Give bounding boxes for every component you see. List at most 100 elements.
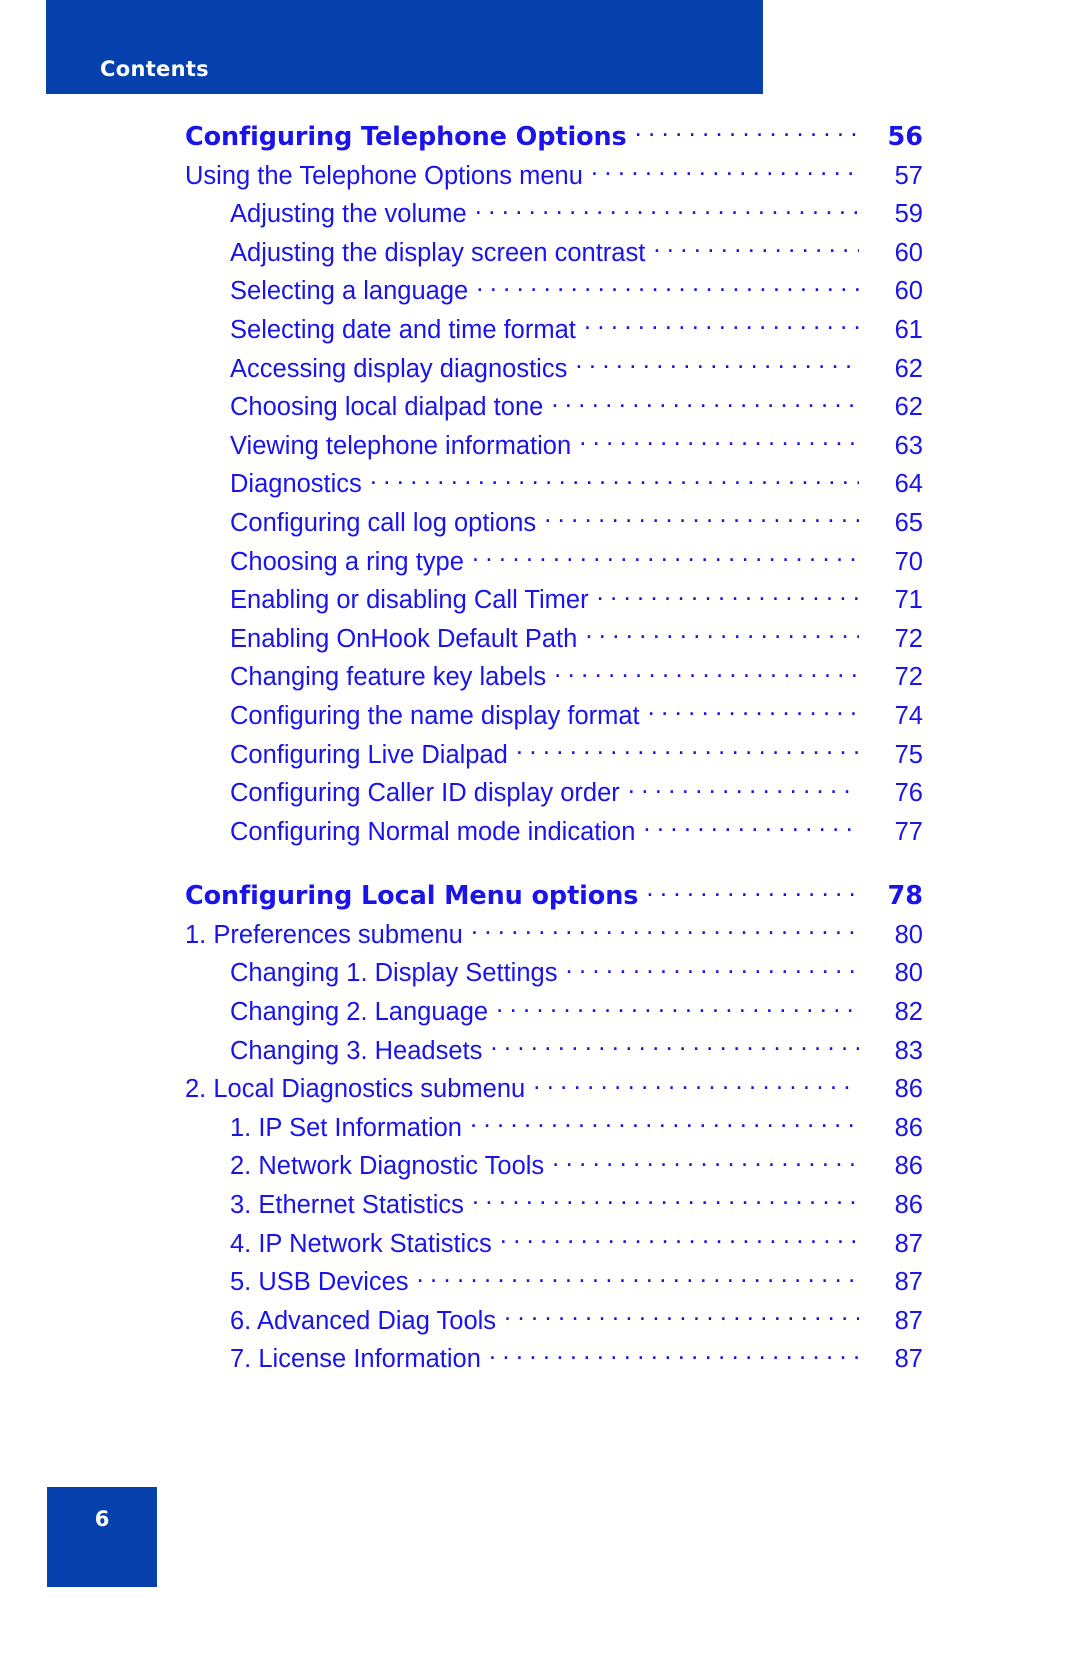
toc-entry-label: Changing 1. Display Settings (230, 959, 558, 988)
toc-entry-label: Configuring the name display format (230, 701, 640, 730)
contents-header-bar: Contents (46, 0, 763, 94)
toc-entry[interactable]: Configuring Caller ID display order.....… (0, 774, 1080, 813)
toc-entry-page-number: 80 (894, 920, 923, 949)
toc-entry[interactable]: 1. IP Set Information...................… (0, 1109, 1080, 1148)
toc-entry-label: Enabling OnHook Default Path (230, 624, 578, 653)
toc-entry-page-number: 86 (894, 1191, 923, 1220)
footer-page-number: 6 (94, 1507, 110, 1531)
toc-entry[interactable]: 7. License Information..................… (0, 1340, 1080, 1379)
toc-leader-dots: ........................................… (472, 544, 859, 570)
toc-entry[interactable]: 4. IP Network Statistics................… (0, 1225, 1080, 1264)
toc-leader-dots: ........................................… (471, 917, 859, 943)
toc-entry-page-number: 87 (894, 1268, 923, 1297)
toc-entry[interactable]: Accessing display diagnostics...........… (0, 350, 1080, 389)
toc-entry[interactable]: Selecting a language....................… (0, 272, 1080, 311)
toc-leader-dots-text: ........................................… (551, 389, 859, 413)
toc-entry[interactable]: 2. Local Diagnostics submenu............… (0, 1070, 1080, 1109)
toc-entry[interactable]: Adjusting the volume....................… (0, 195, 1080, 234)
toc-leader-dots-text: ........................................… (653, 235, 859, 258)
toc-entry-label: Changing feature key labels (230, 663, 547, 692)
toc-leader-dots-text: ........................................… (554, 659, 859, 683)
toc-entry[interactable]: 1. Preferences submenu..................… (0, 916, 1080, 955)
toc-entry[interactable]: Changing 1. Display Settings............… (0, 954, 1080, 993)
toc-entry[interactable]: Choosing local dialpad tone.............… (0, 388, 1080, 427)
toc-leader-dots-text: ........................................… (504, 1303, 859, 1326)
toc-entry-label: Configuring Telephone Options (185, 122, 627, 152)
toc-entry[interactable]: Enabling OnHook Default Path............… (0, 620, 1080, 659)
toc-leader-dots: ........................................… (648, 698, 859, 724)
toc-entry[interactable]: 2. Network Diagnostic Tools.............… (0, 1147, 1080, 1186)
toc-leader-dots-text: ........................................… (552, 1148, 859, 1172)
toc-entry[interactable]: Changing 3. Headsets....................… (0, 1032, 1080, 1071)
toc-leader-dots: ........................................… (579, 428, 859, 454)
toc-entry[interactable]: Changing feature key labels.............… (0, 658, 1080, 697)
toc-leader-dots-text: ........................................… (565, 955, 859, 979)
toc-entry-page-number: 86 (894, 1075, 923, 1104)
toc-entry-label: 1. Preferences submenu (185, 920, 463, 949)
toc-entry[interactable]: Adjusting the display screen contrast...… (0, 234, 1080, 273)
toc-leader-dots: ........................................… (575, 351, 859, 377)
toc-leader-dots: ........................................… (597, 583, 859, 609)
toc-entry-label: Accessing display diagnostics (230, 354, 568, 383)
toc-entry-label: Adjusting the volume (230, 200, 467, 229)
toc-entry-page-number: 59 (894, 200, 923, 229)
toc-entry-label: 7. License Information (230, 1345, 481, 1374)
toc-entry[interactable]: Configuring Normal mode indication......… (0, 813, 1080, 852)
toc-leader-dots-text: ........................................… (647, 698, 859, 721)
toc-entry-label: 2. Local Diagnostics submenu (185, 1075, 526, 1104)
toc-leader-dots: ........................................… (490, 1033, 859, 1059)
toc-leader-dots: ........................................… (500, 1226, 859, 1252)
toc-entry-page-number: 57 (894, 161, 923, 190)
toc-leader-dots-text: ........................................… (575, 351, 859, 374)
toc-leader-dots-text: ........................................… (646, 878, 859, 902)
toc-entry-label: Choosing a ring type (230, 547, 464, 576)
toc-entry-page-number: 72 (894, 624, 923, 653)
toc-entry-page-number: 77 (894, 817, 923, 846)
toc-leader-dots: ........................................… (544, 505, 859, 531)
toc-entry[interactable]: Choosing a ring type....................… (0, 543, 1080, 582)
toc-leader-dots-text: ........................................… (499, 1226, 859, 1249)
toc-leader-dots-text: ........................................… (474, 196, 859, 220)
toc-leader-dots-text: ........................................… (544, 505, 859, 528)
toc-entry-page-number: 87 (894, 1345, 923, 1374)
toc-entry[interactable]: Configuring Telephone Options...........… (0, 118, 1080, 157)
toc-entry[interactable]: Using the Telephone Options menu........… (0, 157, 1080, 196)
toc-leader-dots: ........................................… (533, 1072, 859, 1098)
toc-leader-dots: ........................................… (585, 621, 859, 647)
toc-entry[interactable]: 3. Ethernet Statistics..................… (0, 1186, 1080, 1225)
toc-leader-dots: ........................................… (646, 879, 859, 905)
toc-entry[interactable]: Changing 2. Language....................… (0, 993, 1080, 1032)
toc-entry[interactable]: Viewing telephone information...........… (0, 427, 1080, 466)
toc-entry-page-number: 82 (894, 998, 923, 1027)
toc-entry-label: Changing 2. Language (230, 998, 489, 1027)
toc-leader-dots: ........................................… (476, 274, 859, 300)
footer-page-box: 6 (47, 1487, 157, 1587)
toc-entry-label: Configuring call log options (230, 508, 537, 537)
toc-leader-dots: ........................................… (554, 660, 859, 686)
toc-leader-dots-text: ........................................… (579, 428, 859, 451)
toc-entry[interactable]: Configuring Local Menu options..........… (0, 877, 1080, 916)
toc-entry[interactable]: Selecting date and time format..........… (0, 311, 1080, 350)
toc-entry[interactable]: 5. USB Devices..........................… (0, 1263, 1080, 1302)
toc-leader-dots: ........................................… (584, 312, 859, 338)
toc-entry[interactable]: 6. Advanced Diag Tools..................… (0, 1302, 1080, 1341)
toc-leader-dots: ........................................… (472, 1188, 859, 1214)
toc-leader-dots-text: ........................................… (533, 1071, 859, 1095)
toc-entry-page-number: 75 (894, 740, 923, 769)
toc-entry-label: Configuring Caller ID display order (230, 779, 620, 808)
toc-entry[interactable]: Diagnostics.............................… (0, 465, 1080, 504)
toc-leader-dots: ........................................… (635, 120, 859, 146)
toc-entry[interactable]: Enabling or disabling Call Timer........… (0, 581, 1080, 620)
toc-leader-dots: ........................................… (552, 1149, 859, 1175)
toc-entry[interactable]: Configuring call log options............… (0, 504, 1080, 543)
toc-entry-page-number: 63 (894, 431, 923, 460)
toc-entry-page-number: 60 (894, 238, 923, 267)
toc-entry[interactable]: Configuring the name display format.....… (0, 697, 1080, 736)
toc-entry[interactable]: Configuring Live Dialpad................… (0, 736, 1080, 775)
toc-entry-page-number: 71 (894, 586, 923, 615)
toc-leader-dots-text: ........................................… (643, 814, 859, 837)
toc-leader-dots: ........................................… (470, 1110, 859, 1136)
toc-leader-dots-text: ........................................… (496, 994, 859, 1018)
toc-entry-page-number: 80 (894, 959, 923, 988)
toc-entry-page-number: 65 (894, 508, 923, 537)
